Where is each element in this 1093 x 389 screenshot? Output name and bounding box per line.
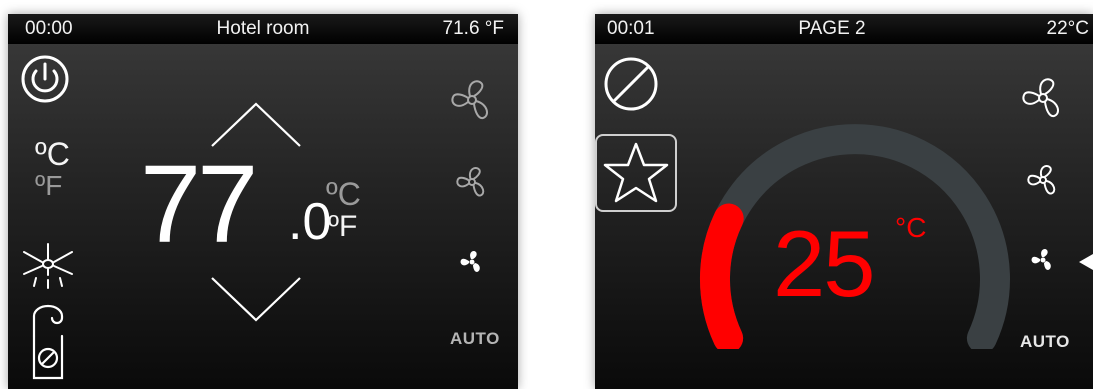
prohibited-icon xyxy=(604,57,658,111)
selected-fan-indicator xyxy=(1079,254,1093,270)
door-hanger-icon xyxy=(32,304,64,380)
decrease-temperature-button[interactable] xyxy=(210,276,302,324)
fan-medium-icon xyxy=(456,167,485,197)
fan-speed-high-button[interactable] xyxy=(448,76,496,124)
status-bar: 00:00 Hotel room 71.6 °F xyxy=(8,14,518,44)
fan-auto-button[interactable]: AUTO xyxy=(1020,332,1070,352)
fan-speed-medium-button[interactable] xyxy=(454,164,490,200)
setpoint-unit: °C xyxy=(895,212,927,243)
favorite-button[interactable] xyxy=(595,134,677,212)
ceiling-fan-icon xyxy=(23,243,73,289)
gauge-fill xyxy=(700,203,744,354)
fan-icon xyxy=(1031,248,1051,270)
chevron-down-icon xyxy=(211,277,301,322)
unit-celsius-option[interactable]: ºC xyxy=(35,138,70,170)
status-title: Hotel room xyxy=(216,18,310,39)
status-temperature: 22°C xyxy=(1046,18,1089,39)
power-button[interactable] xyxy=(20,54,70,104)
fan-speed-low-button[interactable] xyxy=(1030,247,1056,273)
fan-icon xyxy=(460,250,480,272)
thermostat-screen-hotel-room: 00:00 Hotel room 71.6 °F ºC ºF 77 .0 ºC … xyxy=(8,14,518,389)
thermostat-screen-page-2: 00:01 PAGE 2 22°C 25 °C AUTO xyxy=(595,14,1093,389)
fan-auto-button[interactable]: AUTO xyxy=(450,329,500,349)
setpoint-decimal: .0 xyxy=(288,193,332,251)
chevron-up-icon xyxy=(211,102,301,147)
do-not-disturb-button[interactable] xyxy=(28,304,68,382)
setpoint-integer: 77 xyxy=(140,143,258,266)
fan-high-icon xyxy=(451,80,489,120)
increase-temperature-button[interactable] xyxy=(210,100,302,148)
ceiling-fan-button[interactable] xyxy=(22,242,74,294)
setpoint-display: 77 .0 xyxy=(140,150,340,270)
off-button[interactable] xyxy=(603,56,659,112)
setpoint-unit-celsius[interactable]: ºC xyxy=(326,178,361,210)
setpoint-value: 25 xyxy=(773,211,876,316)
status-title: PAGE 2 xyxy=(798,18,866,39)
fan-speed-low-button[interactable] xyxy=(459,249,485,275)
unit-fahrenheit-option[interactable]: ºF xyxy=(35,172,62,200)
fan-speed-medium-button[interactable] xyxy=(1025,162,1061,198)
power-icon xyxy=(21,55,69,103)
fan-speed-high-button[interactable] xyxy=(1019,74,1067,122)
fan-high-icon xyxy=(1022,78,1060,118)
fan-medium-icon xyxy=(1027,165,1056,195)
star-icon xyxy=(603,142,669,203)
status-bar: 00:01 PAGE 2 22°C xyxy=(595,14,1093,44)
arrow-left-icon xyxy=(1079,254,1093,270)
status-temperature: 71.6 °F xyxy=(442,18,504,39)
setpoint-unit-fahrenheit[interactable]: ºF xyxy=(328,212,357,242)
